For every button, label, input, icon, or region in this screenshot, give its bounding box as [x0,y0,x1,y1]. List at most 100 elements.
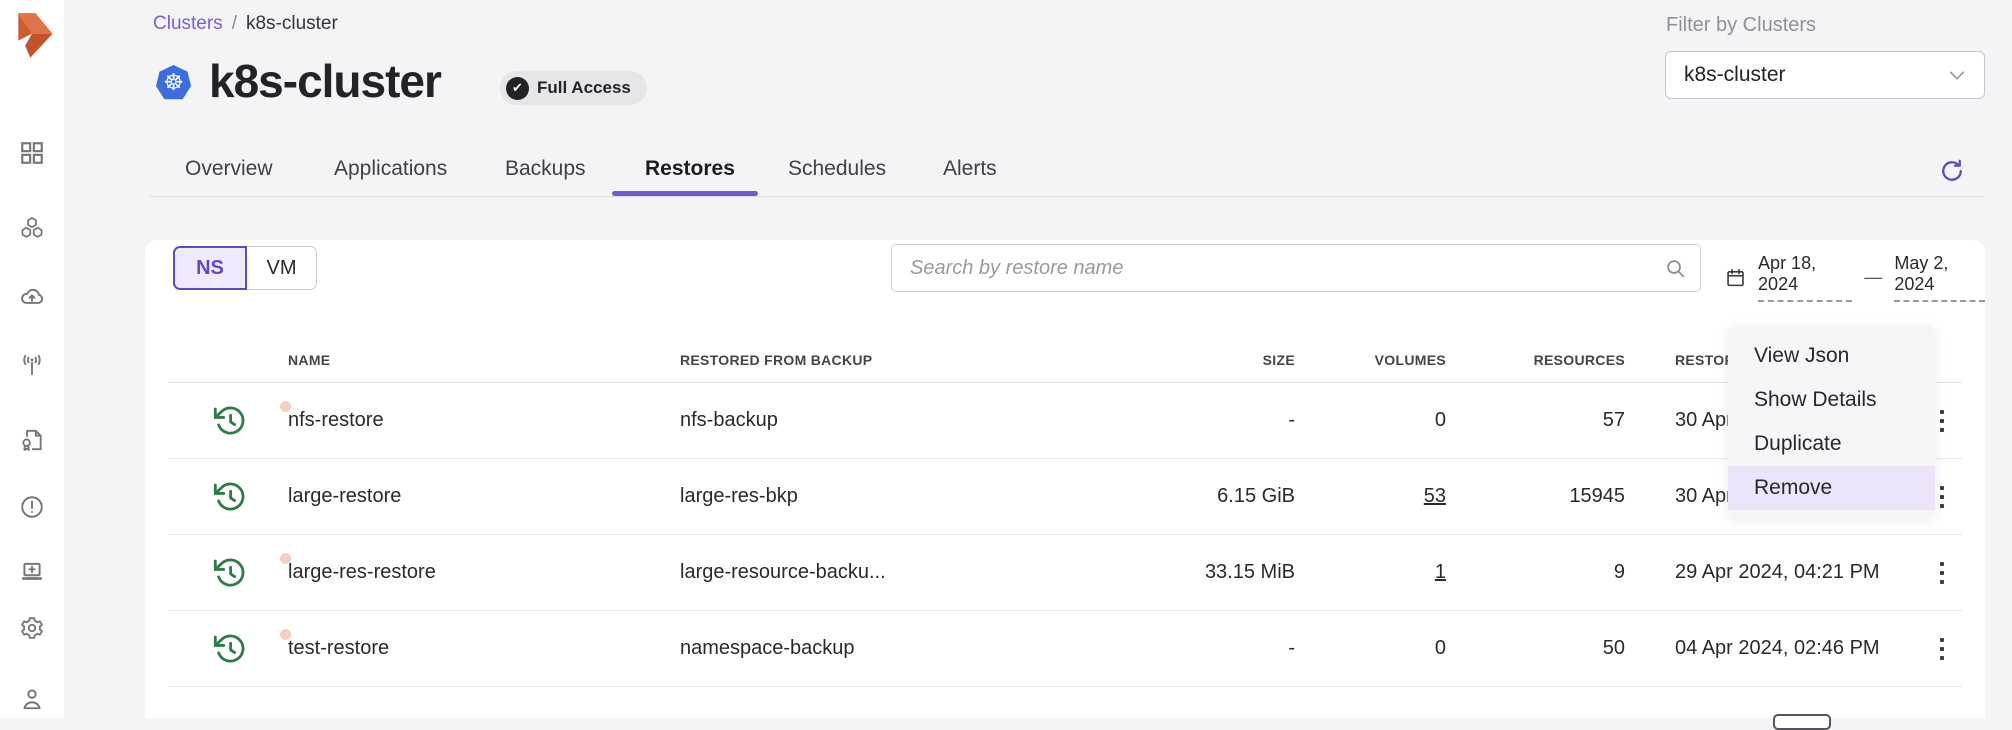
applications-cubes-icon[interactable] [19,215,45,241]
search-box [891,244,1701,292]
col-header-resources: RESOURCES [1446,352,1625,368]
breadcrumb-separator: / [232,13,237,34]
toggle-vm-button[interactable]: VM [247,246,317,290]
restore-point-cell: 29 Apr 2024, 04:21 PM [1625,561,1912,584]
restore-history-icon [212,479,288,515]
dashboard-icon[interactable] [19,140,45,166]
backup-name: large-res-bkp [680,485,1010,508]
resources-cell: 57 [1446,409,1625,432]
resources-cell: 15945 [1446,485,1625,508]
date-range: Apr 18, 2024 — May 2, 2024 [1725,253,1985,302]
tab-overview[interactable]: Overview [185,157,273,181]
restore-name[interactable]: large-restore [288,485,680,508]
calendar-icon[interactable] [1725,266,1746,289]
check-icon: ✔ [506,77,529,100]
pagination-button[interactable] [1773,714,1831,730]
breadcrumb-clusters-link[interactable]: Clusters [153,13,223,34]
broadcast-antenna-icon[interactable] [19,352,45,378]
row-icon-cell [168,403,288,439]
cloud-upload-icon[interactable] [19,284,45,310]
ns-vm-toggle: NS VM [173,246,317,290]
row-context-menu: View Json Show Details Duplicate Remove [1728,325,1935,519]
row-actions-cell [1912,562,1962,584]
date-from-field[interactable]: Apr 18, 2024 [1758,253,1852,302]
breadcrumb: Clusters / k8s-cluster [153,13,338,35]
size-cell: - [1010,637,1295,660]
search-input[interactable] [891,244,1701,292]
restore-name[interactable]: nfs-restore [288,409,680,432]
sidebar [0,0,64,718]
row-icon-cell [168,555,288,591]
menu-item-show-details[interactable]: Show Details [1728,378,1935,422]
table-row[interactable]: large-restore large-res-bkp 6.15 GiB 53 … [168,459,1962,535]
settings-gear-icon[interactable] [19,615,45,641]
date-range-dash: — [1864,267,1882,288]
notification-dot [280,553,291,564]
table-row[interactable]: nfs-restore nfs-backup - 0 57 30 Apr [168,383,1962,459]
tab-divider [150,196,1985,197]
restore-name[interactable]: large-res-restore [288,561,680,584]
restore-history-icon [212,555,288,591]
kebab-menu-icon[interactable] [1940,486,1944,508]
certificate-file-icon[interactable] [19,427,45,453]
size-cell: 33.15 MiB [1010,561,1295,584]
volumes-link[interactable]: 53 [1424,485,1446,507]
volumes-cell: 0 [1295,409,1446,432]
volumes-cell: 53 [1295,485,1446,508]
col-header-name: NAME [288,352,680,368]
restore-history-icon [212,631,288,667]
date-to-field[interactable]: May 2, 2024 [1894,253,1985,302]
refresh-icon[interactable] [1938,157,1966,185]
volumes-link[interactable]: 1 [1435,561,1446,583]
table-row[interactable]: test-restore namespace-backup - 0 50 04 … [168,611,1962,687]
tab-restores[interactable]: Restores [645,157,735,181]
chevron-down-icon [1946,64,1968,86]
restore-name[interactable]: test-restore [288,637,680,660]
row-actions-cell [1912,638,1962,660]
kubernetes-icon: ☸ [156,65,191,100]
tab-backups[interactable]: Backups [505,157,586,181]
page-title: k8s-cluster [209,54,441,108]
restore-history-icon [212,403,288,439]
kebab-menu-icon[interactable] [1940,638,1944,660]
app-logo-icon[interactable] [8,8,56,62]
cluster-filter-value: k8s-cluster [1684,63,1946,87]
col-header-backup: RESTORED FROM BACKUP [680,352,1010,368]
kebab-menu-icon[interactable] [1940,410,1944,432]
restore-point-cell: 04 Apr 2024, 02:46 PM [1625,637,1912,660]
resources-cell: 50 [1446,637,1625,660]
backup-name: large-resource-backu... [680,561,1010,584]
tab-applications[interactable]: Applications [334,157,447,181]
menu-item-duplicate[interactable]: Duplicate [1728,422,1935,466]
restores-panel: NS VM Apr 18, 2024 — May 2, 2024 NAME RE… [145,240,1985,718]
tab-schedules[interactable]: Schedules [788,157,886,181]
user-profile-icon[interactable] [19,686,45,712]
tab-alerts[interactable]: Alerts [943,157,997,181]
notification-dot [280,401,291,412]
cluster-filter-select[interactable]: k8s-cluster [1665,51,1985,99]
backup-name: namespace-backup [680,637,1010,660]
menu-item-view-json[interactable]: View Json [1728,334,1935,378]
breadcrumb-current: k8s-cluster [246,13,338,34]
menu-item-remove[interactable]: Remove [1728,466,1935,510]
toggle-ns-button[interactable]: NS [173,246,247,290]
table-row[interactable]: large-res-restore large-resource-backu..… [168,535,1962,611]
row-icon-cell [168,479,288,515]
volumes-cell: 0 [1295,637,1446,660]
volumes-cell: 1 [1295,561,1446,584]
row-icon-cell [168,631,288,667]
col-header-volumes: VOLUMES [1295,352,1446,368]
alerts-icon[interactable] [19,494,45,520]
cluster-filter-label: Filter by Clusters [1666,14,1816,37]
notification-dot [280,629,291,640]
col-header-size: SIZE [1010,352,1295,368]
resources-cell: 9 [1446,561,1625,584]
access-badge-label: Full Access [537,78,631,98]
search-icon [1664,257,1687,280]
access-badge: ✔ Full Access [500,71,647,105]
kebab-menu-icon[interactable] [1940,562,1944,584]
laptop-add-icon[interactable] [19,559,45,585]
size-cell: - [1010,409,1295,432]
backup-name: nfs-backup [680,409,1010,432]
size-cell: 6.15 GiB [1010,485,1295,508]
